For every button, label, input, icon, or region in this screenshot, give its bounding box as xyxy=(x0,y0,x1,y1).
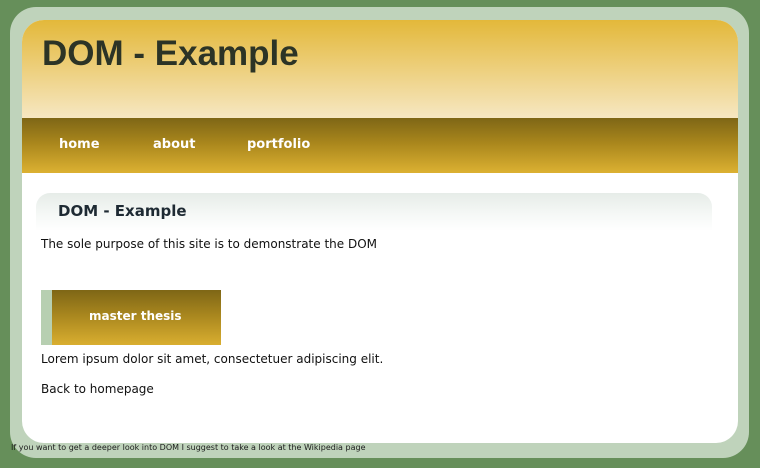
site-title: DOM - Example xyxy=(42,34,299,73)
nav-item-home[interactable]: home xyxy=(59,137,100,152)
thesis-accent-stripe xyxy=(41,290,52,345)
thesis-block: master thesis xyxy=(41,290,221,345)
footer-note: If you want to get a deeper look into DO… xyxy=(11,443,366,452)
content-heading-box: DOM - Example xyxy=(36,193,712,231)
content-heading: DOM - Example xyxy=(58,202,187,220)
main-nav: home about portfolio xyxy=(22,118,738,173)
master-thesis-label: master thesis xyxy=(89,309,182,323)
page-container: DOM - Example home about portfolio DOM -… xyxy=(22,20,738,443)
site-header: DOM - Example xyxy=(22,20,738,118)
nav-item-portfolio[interactable]: portfolio xyxy=(247,137,310,152)
intro-text: The sole purpose of this site is to demo… xyxy=(41,237,377,251)
master-thesis-button[interactable]: master thesis xyxy=(52,290,221,345)
nav-item-about[interactable]: about xyxy=(153,137,195,152)
back-to-homepage-link[interactable]: Back to homepage xyxy=(41,382,154,396)
lorem-text: Lorem ipsum dolor sit amet, consectetuer… xyxy=(41,352,384,366)
